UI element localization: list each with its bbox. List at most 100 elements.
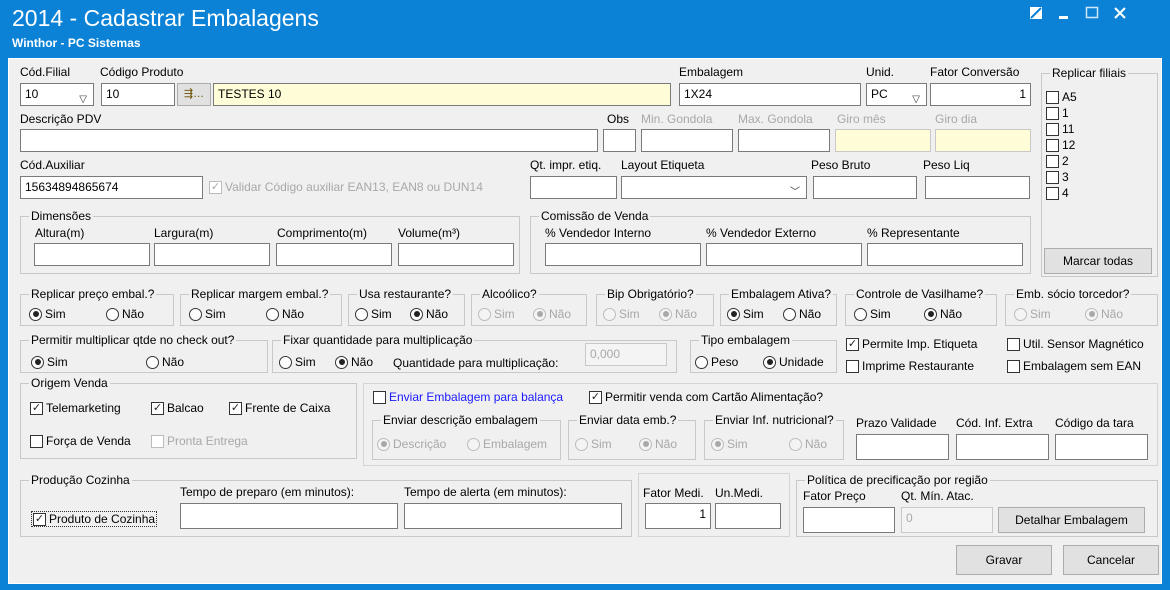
codigo-tara-input[interactable] [1055, 434, 1148, 460]
filial-checkbox[interactable]: 1 [1046, 106, 1069, 120]
cod-filial-select[interactable]: 10 ▽ [20, 83, 94, 106]
validar-ean-checkbox[interactable]: ✓ Validar Código auxiliar EAN13, EAN8 ou … [209, 180, 483, 194]
unid-select[interactable]: PC ▽ [866, 83, 927, 106]
permitir-cartao-alimentacao-checkbox[interactable]: ✓ Permitir venda com Cartão Alimentação? [589, 390, 823, 404]
close-icon[interactable] [1110, 6, 1130, 26]
qt-impr-etiq-input[interactable] [530, 176, 617, 199]
minimize-icon[interactable] [1054, 6, 1074, 26]
enviar-data-sim-radio[interactable]: Sim [575, 437, 612, 451]
permitir-multiplicar-sim-radio[interactable]: Sim [31, 355, 68, 369]
embalagem-sem-ean-checkbox[interactable]: Embalagem sem EAN [1007, 359, 1141, 373]
usa-restaurante-nao-radio[interactable]: Não [410, 307, 448, 321]
cancelar-button[interactable]: Cancelar [1063, 545, 1159, 575]
chevron-down-icon: ▽ [912, 94, 920, 105]
cod-filial-label: Cód.Filial [20, 65, 71, 79]
replicar-margem-nao-radio[interactable]: Não [266, 307, 304, 321]
gravar-button[interactable]: Gravar [956, 545, 1052, 575]
tempo-alerta-input[interactable] [404, 503, 622, 529]
codigo-produto-input[interactable]: 10 [101, 83, 175, 106]
util-sensor-checkbox[interactable]: Util. Sensor Magnético [1007, 337, 1144, 351]
bip-sim-radio[interactable]: Sim [603, 307, 640, 321]
produto-cozinha-checkbox[interactable]: ✓ Produto de Cozinha [31, 511, 158, 527]
obs-input[interactable] [603, 129, 636, 152]
qtd-multiplicacao-input[interactable]: 0,000 [585, 343, 667, 366]
pronta-entrega-checkbox[interactable]: Pronta Entrega [151, 434, 248, 448]
marcar-todas-button[interactable]: Marcar todas [1044, 248, 1152, 274]
cod-auxiliar-input[interactable]: 15634894865674 [20, 176, 203, 199]
peso-bruto-input[interactable] [813, 176, 917, 199]
replicar-margem-sim-radio[interactable]: Sim [189, 307, 226, 321]
enviar-data-nao-radio[interactable]: Não [639, 437, 677, 451]
max-gondola-input[interactable] [738, 129, 830, 152]
un-medi-input[interactable] [715, 503, 781, 529]
filial-checkbox[interactable]: 2 [1046, 154, 1069, 168]
embalagem-input[interactable]: 1X24 [679, 83, 861, 106]
largura-input[interactable] [154, 243, 270, 266]
enviar-inf-nao-radio[interactable]: Não [789, 437, 827, 451]
comprimento-input[interactable] [276, 243, 392, 266]
min-gondola-input[interactable] [641, 129, 733, 152]
permitir-multiplicar-title: Permitir multiplicar qtde no check out? [29, 333, 237, 347]
fator-medi-input[interactable]: 1 [645, 503, 711, 529]
tipo-unidade-radio[interactable]: Unidade [763, 355, 824, 369]
comprimento-label: Comprimento(m) [277, 226, 368, 240]
embalagem-radio[interactable]: Embalagem [467, 437, 547, 451]
forca-venda-checkbox[interactable]: Força de Venda [30, 434, 131, 448]
alcoolico-sim-radio[interactable]: Sim [478, 307, 515, 321]
replicar-preco-sim-radio[interactable]: Sim [29, 307, 66, 321]
app-window: 2014 - Cadastrar Embalagens Winthor - PC… [0, 0, 1170, 590]
fixar-quantidade-group: Fixar quantidade para multiplicação Sim … [272, 333, 677, 373]
enviar-inf-group: Enviar Inf. nutricional? Sim Não [704, 413, 844, 460]
detalhar-embalagem-button[interactable]: Detalhar Embalagem [998, 507, 1145, 533]
emb-socio-nao-radio[interactable]: Não [1085, 307, 1123, 321]
alcoolico-nao-radio[interactable]: Não [533, 307, 571, 321]
enviar-inf-sim-radio[interactable]: Sim [711, 437, 748, 451]
prazo-validade-input[interactable] [856, 434, 949, 460]
replicar-filiais-group: Replicar filiais A5 1 11 12 2 3 4 Marcar… [1041, 66, 1158, 277]
usa-restaurante-sim-radio[interactable]: Sim [355, 307, 392, 321]
embalagem-ativa-title: Embalagem Ativa? [729, 287, 834, 301]
imprime-restaurante-checkbox[interactable]: Imprime Restaurante [846, 359, 974, 373]
comissao-group: Comissão de Venda % Vendedor Interno % V… [530, 209, 1031, 274]
enviar-embalagem-balanca-checkbox[interactable]: Enviar Embalagem para balança [373, 390, 563, 404]
volume-input[interactable] [398, 243, 514, 266]
telemarketing-checkbox[interactable]: ✓ Telemarketing [30, 401, 121, 415]
tipo-peso-radio[interactable]: Peso [695, 355, 738, 369]
peso-liq-input[interactable] [925, 176, 1030, 199]
filial-checkbox[interactable]: 12 [1046, 138, 1075, 152]
representante-input[interactable] [867, 243, 1023, 266]
fixar-sim-radio[interactable]: Sim [279, 355, 316, 369]
fator-preco-input[interactable] [803, 507, 895, 533]
qt-min-input[interactable]: 0 [901, 507, 993, 533]
fator-conversao-input[interactable]: 1 [930, 83, 1031, 106]
peso-liq-label: Peso Liq [923, 158, 970, 172]
filial-checkbox[interactable]: 4 [1046, 186, 1069, 200]
frente-caixa-checkbox[interactable]: ✓ Frente de Caixa [229, 401, 330, 415]
restore-icon[interactable] [1026, 6, 1046, 26]
permitir-multiplicar-nao-radio[interactable]: Não [146, 355, 184, 369]
balcao-checkbox[interactable]: ✓ Balcao [151, 401, 204, 415]
altura-input[interactable] [34, 243, 150, 266]
vasilhame-nao-radio[interactable]: Não [924, 307, 962, 321]
descricao-radio[interactable]: Descrição [377, 437, 446, 451]
replicar-preco-nao-radio[interactable]: Não [106, 307, 144, 321]
permite-imp-etiqueta-checkbox[interactable]: ✓ Permite Imp. Etiqueta [846, 337, 977, 351]
filial-checkbox[interactable]: 3 [1046, 170, 1069, 184]
fixar-nao-radio[interactable]: Não [335, 355, 373, 369]
bip-nao-radio[interactable]: Não [659, 307, 697, 321]
emb-socio-sim-radio[interactable]: Sim [1014, 307, 1051, 321]
controle-vasilhame-group: Controle de Vasilhame? Sim Não [845, 287, 997, 326]
maximize-icon[interactable] [1082, 6, 1102, 26]
filial-checkbox[interactable]: 11 [1046, 122, 1074, 136]
search-product-button[interactable]: ⇶… [177, 83, 211, 106]
tempo-preparo-input[interactable] [180, 503, 398, 529]
vasilhame-sim-radio[interactable]: Sim [854, 307, 891, 321]
vendedor-externo-input[interactable] [706, 243, 862, 266]
embalagem-ativa-nao-radio[interactable]: Não [783, 307, 821, 321]
vendedor-interno-input[interactable] [545, 243, 701, 266]
embalagem-ativa-sim-radio[interactable]: Sim [727, 307, 764, 321]
descricao-pdv-input[interactable] [20, 129, 598, 152]
cod-inf-extra-input[interactable] [956, 434, 1049, 460]
filial-checkbox[interactable]: A5 [1046, 90, 1077, 104]
layout-etiqueta-select[interactable]: ﹀ [621, 176, 807, 199]
